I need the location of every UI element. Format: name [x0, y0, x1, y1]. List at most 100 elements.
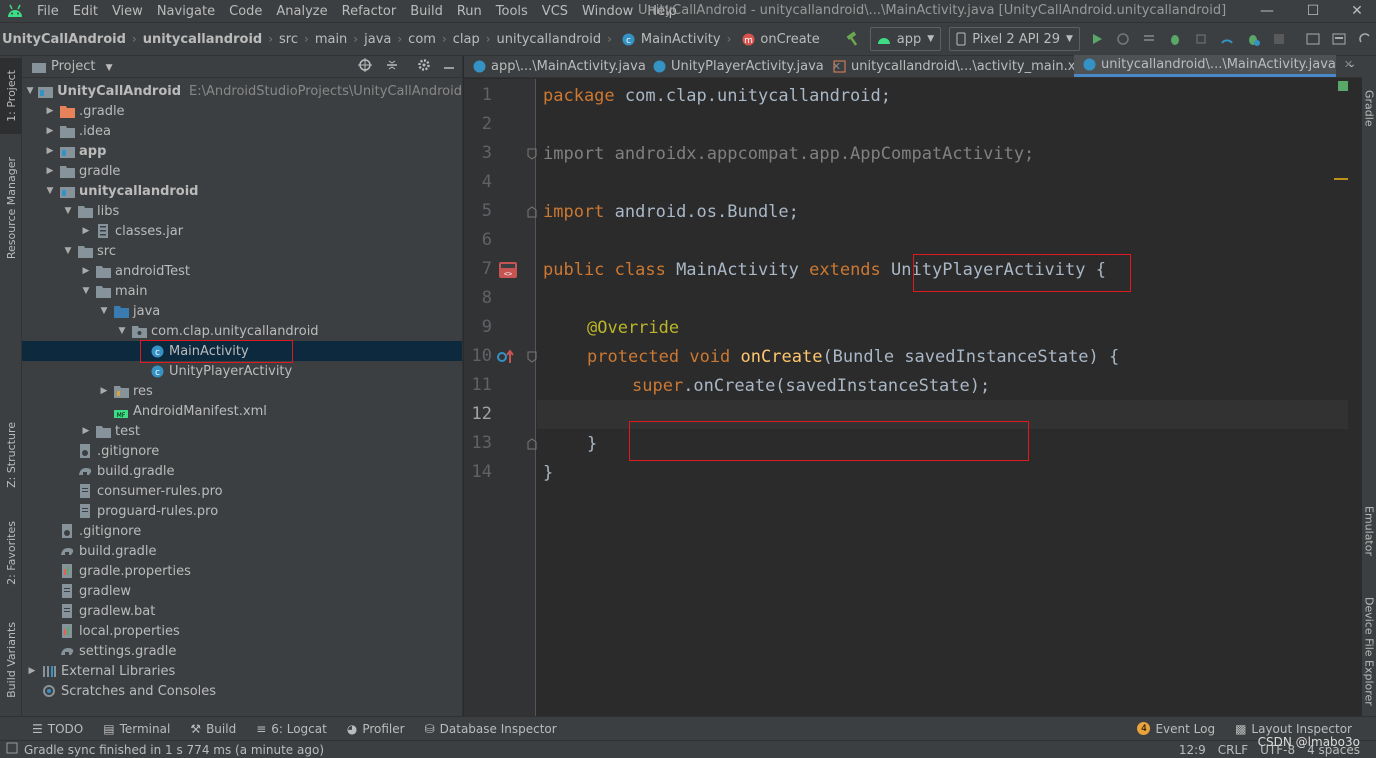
- debug-icon[interactable]: [1164, 27, 1186, 51]
- collapsed-arrow-icon[interactable]: ▶: [80, 226, 92, 236]
- tab-activity-main-xml[interactable]: unitycallandroid\...\activity_main.xml✕: [824, 55, 1109, 77]
- tree-item[interactable]: consumer-rules.pro: [22, 481, 462, 501]
- breadcrumb-src[interactable]: src: [277, 32, 300, 47]
- collapsed-arrow-icon[interactable]: ▶: [44, 146, 56, 156]
- tree-item[interactable]: local.properties: [22, 621, 462, 641]
- run-config-select[interactable]: app ▼: [869, 27, 942, 51]
- tree-item[interactable]: gradlew: [22, 581, 462, 601]
- tree-item[interactable]: proguard-rules.pro: [22, 501, 462, 521]
- tree-item[interactable]: build.gradle: [22, 541, 462, 561]
- tree-item[interactable]: ▶ .gradle: [22, 101, 462, 121]
- tree-item[interactable]: Scratches and Consoles: [22, 681, 462, 701]
- tab-app-mainactivity[interactable]: app\...\MainActivity.java✕: [464, 55, 663, 77]
- tree-item[interactable]: .gitignore: [22, 441, 462, 461]
- code-area[interactable]: package com.clap.unitycallandroid; impor…: [537, 79, 1348, 716]
- logcat-tool-button[interactable]: ≡ 6: Logcat: [246, 722, 337, 736]
- tree-item[interactable]: c MainActivity: [22, 340, 462, 363]
- menu-code[interactable]: Code: [222, 4, 269, 19]
- avd-manager-icon[interactable]: [1354, 27, 1376, 51]
- collapsed-arrow-icon[interactable]: ▶: [26, 666, 38, 676]
- menu-file[interactable]: File: [30, 4, 66, 19]
- tree-item[interactable]: .gitignore: [22, 521, 462, 541]
- locate-icon[interactable]: [358, 57, 372, 76]
- expanded-arrow-icon[interactable]: ▼: [98, 306, 110, 316]
- tab-unitycallandroid-mainactivity[interactable]: unitycallandroid\...\MainActivity.java ✕: [1074, 55, 1353, 77]
- collapse-all-icon[interactable]: [385, 58, 399, 76]
- run-icon[interactable]: [1086, 27, 1108, 51]
- breadcrumb-class[interactable]: c MainActivity: [616, 31, 723, 47]
- sync-gradle-icon[interactable]: [1328, 27, 1350, 51]
- tree-item[interactable]: ▼ unitycallandroid: [22, 181, 462, 201]
- database-inspector-tool-button[interactable]: ⛁ Database Inspector: [415, 722, 567, 736]
- menu-tools[interactable]: Tools: [489, 4, 535, 19]
- tree-item[interactable]: settings.gradle: [22, 641, 462, 661]
- emulator-tool-tab[interactable]: Emulator: [1362, 496, 1376, 566]
- tree-item[interactable]: ▼ src: [22, 241, 462, 261]
- collapsed-arrow-icon[interactable]: ▶: [44, 106, 56, 116]
- menu-build[interactable]: Build: [403, 4, 450, 19]
- breadcrumb-clap[interactable]: clap: [451, 32, 482, 47]
- attach-debugger-icon[interactable]: [1190, 27, 1212, 51]
- menu-analyze[interactable]: Analyze: [269, 4, 334, 19]
- breadcrumb-main[interactable]: main: [313, 32, 349, 47]
- build-variants-tool-tab[interactable]: Build Variants: [0, 608, 22, 712]
- show-hidden-tabs-icon[interactable]: ⌄: [1348, 59, 1356, 70]
- warning-marker[interactable]: [1334, 178, 1348, 180]
- resource-manager-tool-tab[interactable]: Resource Manager: [0, 146, 22, 270]
- tree-item[interactable]: build.gradle: [22, 461, 462, 481]
- tree-item[interactable]: MF AndroidManifest.xml: [22, 401, 462, 421]
- project-structure-icon[interactable]: [1302, 27, 1324, 51]
- menu-view[interactable]: View: [105, 4, 150, 19]
- layout-gutter-icon[interactable]: <>: [498, 261, 518, 283]
- expanded-arrow-icon[interactable]: ▼: [62, 206, 74, 216]
- layout-inspector-tool-button[interactable]: ▩ Layout Inspector: [1225, 722, 1362, 736]
- gradle-tool-tab[interactable]: Gradle: [1362, 78, 1376, 138]
- collapsed-arrow-icon[interactable]: ▶: [80, 426, 92, 436]
- tree-item[interactable]: ▼ com.clap.unitycallandroid: [22, 321, 462, 341]
- tree-item[interactable]: ▼ main: [22, 281, 462, 301]
- menu-window[interactable]: Window: [575, 4, 640, 19]
- collapsed-arrow-icon[interactable]: ▶: [80, 266, 92, 276]
- project-tool-tab[interactable]: 1: Project: [0, 58, 22, 134]
- minimize-icon[interactable]: —: [1244, 0, 1290, 22]
- tree-item[interactable]: gradle.properties: [22, 561, 462, 581]
- tree-item[interactable]: ▶ .idea: [22, 121, 462, 141]
- menu-run[interactable]: Run: [450, 4, 489, 19]
- tree-item[interactable]: ▶ app: [22, 141, 462, 161]
- collapsed-arrow-icon[interactable]: ▶: [44, 126, 56, 136]
- tab-unityplayeractivity[interactable]: UnityPlayerActivity.java ✕: [644, 55, 841, 77]
- tree-item[interactable]: ▼ UnityCallAndroid E:\AndroidStudioProject…: [22, 81, 462, 101]
- device-select[interactable]: Pixel 2 API 29 ▼: [949, 27, 1080, 51]
- apply-changes-icon[interactable]: [1112, 27, 1134, 51]
- expanded-arrow-icon[interactable]: ▼: [116, 326, 128, 336]
- profile-icon[interactable]: [1216, 27, 1238, 51]
- status-message[interactable]: Gradle sync finished in 1 s 774 ms (a mi…: [24, 743, 324, 757]
- breadcrumb-java[interactable]: java: [362, 32, 393, 47]
- terminal-tool-button[interactable]: ▤ Terminal: [93, 722, 180, 736]
- menu-refactor[interactable]: Refactor: [335, 4, 404, 19]
- breadcrumb-method[interactable]: m onCreate: [735, 31, 821, 47]
- tree-item[interactable]: ▶ res: [22, 381, 462, 401]
- tree-item[interactable]: ▶ External Libraries: [22, 661, 462, 681]
- tree-item[interactable]: c UnityPlayerActivity: [22, 361, 462, 381]
- fold-icon[interactable]: [527, 148, 537, 164]
- expanded-arrow-icon[interactable]: ▼: [26, 86, 34, 96]
- breadcrumb-project[interactable]: UnityCallAndroid: [0, 32, 128, 47]
- fold-icon[interactable]: [527, 206, 537, 222]
- stop-icon[interactable]: [1268, 27, 1290, 51]
- menu-vcs[interactable]: VCS: [535, 4, 575, 19]
- apply-code-changes-icon[interactable]: [1138, 27, 1160, 51]
- breadcrumb-package[interactable]: unitycallandroid: [495, 32, 604, 47]
- expanded-arrow-icon[interactable]: ▼: [62, 246, 74, 256]
- breadcrumb-com[interactable]: com: [406, 32, 438, 47]
- override-method-icon[interactable]: [496, 349, 516, 369]
- hide-panel-icon[interactable]: [442, 58, 456, 76]
- maximize-icon[interactable]: ☐: [1290, 0, 1336, 22]
- tree-item[interactable]: ▶ classes.jar: [22, 221, 462, 241]
- expanded-arrow-icon[interactable]: ▼: [80, 286, 92, 296]
- caret-position[interactable]: 12:9: [1179, 743, 1206, 757]
- close-icon[interactable]: ✕: [1334, 0, 1376, 22]
- menu-navigate[interactable]: Navigate: [150, 4, 222, 19]
- device-file-explorer-tool-tab[interactable]: Device File Explorer: [1362, 586, 1376, 716]
- profiler-tool-button[interactable]: ◕ Profiler: [337, 722, 415, 736]
